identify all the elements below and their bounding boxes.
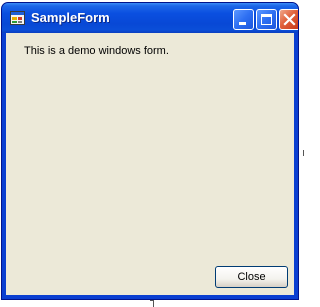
form-message-label: This is a demo windows form. bbox=[24, 45, 169, 57]
maximize-icon bbox=[261, 14, 272, 25]
close-window-button[interactable] bbox=[279, 9, 298, 30]
window-title: SampleForm bbox=[31, 10, 110, 25]
sample-form-window: SampleForm This is a demo windows form. … bbox=[1, 2, 299, 300]
minimize-button[interactable] bbox=[233, 9, 254, 30]
form-app-icon[interactable] bbox=[10, 11, 25, 25]
close-icon bbox=[283, 13, 296, 26]
title-bar[interactable]: SampleForm bbox=[2, 3, 298, 33]
maximize-button[interactable] bbox=[256, 9, 277, 30]
background-line bbox=[153, 301, 154, 307]
minimize-icon bbox=[239, 22, 246, 25]
background-line bbox=[303, 150, 304, 156]
close-button[interactable]: Close bbox=[215, 266, 288, 288]
form-client-area: This is a demo windows form. Close bbox=[6, 33, 294, 295]
